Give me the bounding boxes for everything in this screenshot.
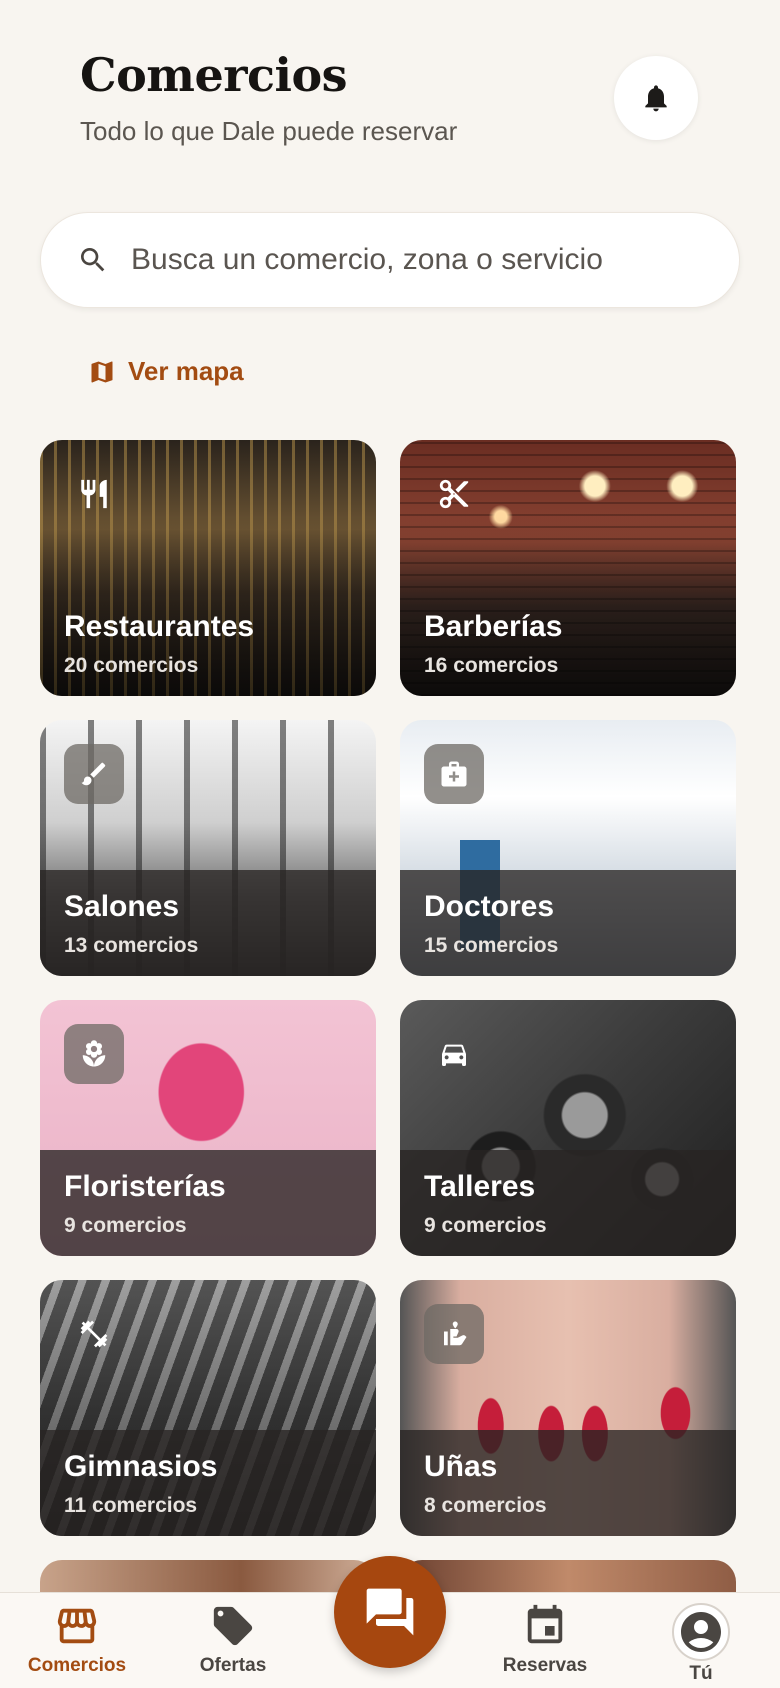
hand-spa-icon — [424, 1304, 484, 1364]
account-circle-icon — [681, 1612, 721, 1652]
page-subtitle: Todo lo que Dale puede reservar — [80, 116, 458, 146]
storefront-icon — [57, 1608, 97, 1644]
brush-icon — [64, 744, 124, 804]
category-count: 9 comercios — [424, 1214, 547, 1237]
search-input[interactable] — [131, 243, 711, 277]
medical-bag-icon — [424, 744, 484, 804]
category-name: Doctores — [424, 890, 555, 923]
tag-icon — [213, 1606, 253, 1646]
nav-item-tu[interactable]: Tú — [636, 1603, 766, 1685]
category-card-gimnasios[interactable]: Gimnasios 11 comercios — [40, 1280, 376, 1536]
view-map-link[interactable]: Ver mapa — [88, 356, 244, 387]
category-card-salones[interactable]: Salones 13 comercios — [40, 720, 376, 976]
category-card-unas[interactable]: Uñas 8 comercios — [400, 1280, 736, 1536]
fork-knife-icon — [64, 464, 124, 524]
category-count: 13 comercios — [64, 934, 199, 957]
nav-label: Tú — [689, 1663, 713, 1684]
nav-label: Comercios — [27, 1655, 127, 1676]
avatar — [672, 1603, 730, 1661]
notifications-button[interactable] — [614, 56, 698, 140]
nav-item-reservas[interactable]: Reservas — [480, 1603, 610, 1677]
category-name: Salones — [64, 890, 180, 923]
category-card-barberias[interactable]: Barberías 16 comercios — [400, 440, 736, 696]
category-name: Restaurantes — [64, 610, 255, 643]
category-name: Talleres — [424, 1170, 536, 1203]
category-name: Floristerías — [64, 1170, 226, 1203]
chat-fab-button[interactable] — [334, 1556, 446, 1668]
category-grid: Restaurantes 20 comercios Barberías 16 c… — [40, 440, 736, 1536]
category-card-floristerias[interactable]: Floristerías 9 comercios — [40, 1000, 376, 1256]
category-name: Gimnasios — [64, 1450, 218, 1483]
nav-label: Ofertas — [199, 1655, 267, 1676]
category-count: 9 comercios — [64, 1214, 187, 1237]
flower-icon — [64, 1024, 124, 1084]
category-name: Barberías — [424, 610, 563, 643]
search-bar[interactable] — [40, 212, 740, 308]
category-count: 15 comercios — [424, 934, 559, 957]
category-count: 16 comercios — [424, 654, 559, 677]
car-icon — [424, 1024, 484, 1084]
calendar-icon — [527, 1604, 563, 1644]
bell-icon — [645, 85, 667, 112]
search-icon — [81, 248, 105, 272]
page-title: Comercios — [80, 48, 348, 102]
category-card-doctores[interactable]: Doctores 15 comercios — [400, 720, 736, 976]
comercios-screen: Comercios Todo lo que Dale puede reserva… — [0, 0, 780, 1688]
dumbbell-icon — [64, 1304, 124, 1364]
chat-bubbles-icon — [366, 1588, 414, 1636]
view-map-label: Ver mapa — [128, 356, 244, 386]
map-icon — [91, 361, 113, 382]
nav-label: Reservas — [502, 1655, 588, 1676]
nav-item-comercios[interactable]: Comercios — [12, 1603, 142, 1677]
category-name: Uñas — [424, 1450, 498, 1483]
nav-item-ofertas[interactable]: Ofertas — [168, 1603, 298, 1677]
category-card-restaurantes[interactable]: Restaurantes 20 comercios — [40, 440, 376, 696]
category-card-talleres[interactable]: Talleres 9 comercios — [400, 1000, 736, 1256]
page-header: Comercios Todo lo que Dale puede reserva… — [80, 48, 457, 147]
category-count: 8 comercios — [424, 1494, 547, 1517]
category-count: 20 comercios — [64, 654, 199, 677]
scissors-icon — [424, 464, 484, 524]
category-count: 11 comercios — [64, 1494, 198, 1517]
